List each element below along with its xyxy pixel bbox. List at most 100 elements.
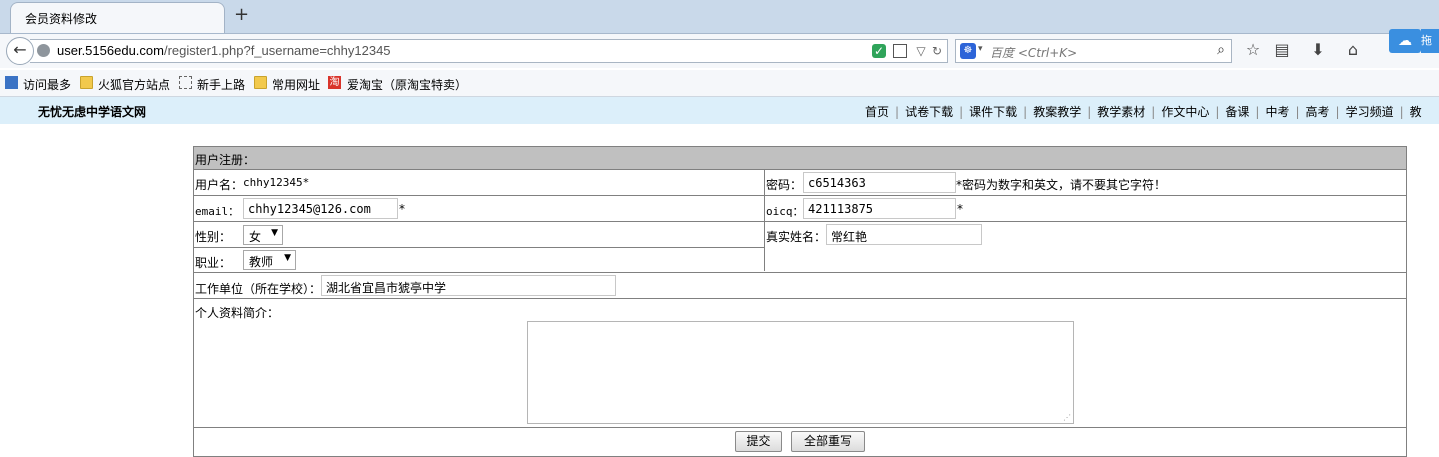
- oicq-field[interactable]: 421113875: [803, 198, 956, 219]
- new-tab-button[interactable]: +: [234, 5, 249, 25]
- reading-list-icon[interactable]: ▤: [1272, 40, 1292, 59]
- back-button[interactable]: ←: [6, 37, 34, 65]
- oicq-required-star: *: [957, 202, 963, 216]
- nav-home[interactable]: 首页: [865, 105, 889, 119]
- browser-tab[interactable]: 会员资料修改: [10, 2, 225, 33]
- nav-prep[interactable]: 备课: [1225, 105, 1249, 119]
- bookmark-common-sites[interactable]: 常用网址: [272, 76, 320, 93]
- url-text[interactable]: user.5156edu.com/register1.php?f_usernam…: [57, 43, 391, 58]
- search-icon[interactable]: ⌕: [1217, 42, 1225, 58]
- taobao-icon: 淘: [328, 76, 341, 89]
- row-workplace: 工作单位（所在学校）： 湖北省宜昌市猇亭中学: [194, 273, 1406, 299]
- row-job: 职业： 教师 ▼: [194, 247, 1406, 273]
- nav-separator: |: [1295, 105, 1300, 119]
- search-bar[interactable]: ☸ ▾ 百度 <Ctrl+K> ⌕: [955, 39, 1232, 63]
- gender-selected: 女: [249, 230, 262, 244]
- back-arrow-icon: ←: [13, 40, 27, 59]
- registration-form: 用户注册： 用户名： chhy12345* 密码： c6514363 *密码为数…: [193, 146, 1407, 457]
- site-nav: 首页 | 试卷下载 | 课件下载 | 教案教学 | 教学素材 | 作文中心 | 备课 | 中考 | 高考 | 学习频…: [865, 103, 1422, 120]
- bookmark-aitaobao[interactable]: 爱淘宝（原淘宝特卖）: [347, 76, 467, 93]
- bookmarks-bar: 访问最多 火狐官方站点 新手上路 常用网址 淘 爱淘宝（原淘宝特卖）: [0, 70, 1439, 97]
- chevron-down-icon: ▼: [284, 253, 291, 263]
- gender-select[interactable]: 女 ▼: [243, 225, 283, 245]
- site-name[interactable]: 无忧无虑中学语文网: [38, 103, 146, 120]
- bio-label: 个人资料简介：: [195, 306, 280, 320]
- dropdown-arrow-icon[interactable]: ▽: [914, 44, 928, 58]
- home-icon[interactable]: ⌂: [1343, 40, 1363, 59]
- nav-materials[interactable]: 教学素材: [1097, 105, 1145, 119]
- bookmark-star-icon[interactable]: ☆: [1243, 40, 1263, 59]
- nav-separator: |: [1215, 105, 1220, 119]
- email-required-star: *: [399, 202, 405, 216]
- baidu-paw-icon[interactable]: ☸: [960, 43, 976, 59]
- cloud-icon[interactable]: ☁: [1389, 29, 1421, 53]
- email-field[interactable]: chhy12345@126.com: [243, 198, 398, 219]
- oicq-label: oicq：: [766, 205, 804, 218]
- username-label: 用户名：: [195, 178, 244, 192]
- nav-separator: |: [1151, 105, 1156, 119]
- download-icon[interactable]: ⬇: [1308, 40, 1328, 59]
- column-divider: [764, 170, 765, 195]
- row-buttons: 提交 全部重写: [194, 428, 1406, 456]
- reset-button[interactable]: 全部重写: [791, 431, 865, 452]
- nav-separator: |: [959, 105, 964, 119]
- row-username-password: 用户名： chhy12345* 密码： c6514363 *密码为数字和英文，请…: [194, 170, 1406, 196]
- search-engine-dropdown-icon[interactable]: ▾: [978, 44, 983, 54]
- password-hint: *密码为数字和英文，请不要其它字符！: [956, 178, 1167, 192]
- row-bio: 个人资料简介： ⋰: [194, 299, 1406, 428]
- nav-separator: |: [1087, 105, 1092, 119]
- realname-label: 真实姓名：: [766, 230, 827, 244]
- empty-cell: [764, 247, 1406, 271]
- nav-separator: |: [895, 105, 900, 119]
- shield-icon[interactable]: ✓: [872, 44, 886, 58]
- gender-label: 性别：: [195, 230, 232, 244]
- url-host: user.5156edu.com: [57, 43, 164, 58]
- folder-icon: [80, 76, 93, 89]
- qr-code-icon[interactable]: [893, 44, 907, 58]
- nav-more[interactable]: 教: [1410, 105, 1422, 119]
- username-value: chhy12345*: [243, 176, 310, 189]
- globe-icon: [37, 44, 50, 57]
- form-header-row: 用户注册：: [194, 147, 1406, 170]
- bookmark-firefox-site[interactable]: 火狐官方站点: [98, 76, 170, 93]
- bookmark-getting-started[interactable]: 新手上路: [197, 76, 245, 93]
- navigation-bar: user.5156edu.com/register1.php?f_usernam…: [0, 34, 1439, 68]
- nav-separator: |: [1335, 105, 1340, 119]
- bookmark-most-visited[interactable]: 访问最多: [23, 76, 71, 93]
- password-field[interactable]: c6514363: [803, 172, 956, 193]
- job-select[interactable]: 教师 ▼: [243, 250, 296, 270]
- reload-icon[interactable]: ↻: [930, 44, 944, 58]
- address-bar[interactable]: user.5156edu.com/register1.php?f_usernam…: [30, 39, 948, 63]
- bio-textarea[interactable]: ⋰: [527, 321, 1074, 424]
- column-divider: [764, 196, 765, 221]
- column-divider: [764, 222, 765, 247]
- nav-lesson-plans[interactable]: 教案教学: [1033, 105, 1081, 119]
- url-path: /register1.php?f_username=chhy12345: [163, 43, 391, 58]
- search-placeholder: 百度 <Ctrl+K>: [990, 46, 1078, 60]
- workplace-label: 工作单位（所在学校）：: [195, 282, 322, 296]
- nav-papers[interactable]: 试卷下载: [905, 105, 953, 119]
- email-label: email：: [195, 205, 240, 218]
- row-gender-realname: 性别： 女 ▼ 真实姓名： 常红艳: [194, 222, 1406, 248]
- workplace-field[interactable]: 湖北省宜昌市猇亭中学: [321, 275, 616, 296]
- cloud-label[interactable]: 拖: [1421, 29, 1439, 53]
- nav-gaokao[interactable]: 高考: [1306, 105, 1330, 119]
- password-label: 密码：: [766, 178, 803, 192]
- chevron-down-icon: ▼: [271, 228, 278, 238]
- site-header: 无忧无虑中学语文网 首页 | 试卷下载 | 课件下载 | 教案教学 | 教学素材 | 作文中心 | 备课…: [0, 97, 1439, 124]
- resize-grip-icon[interactable]: ⋰: [1063, 413, 1071, 422]
- tab-strip: 会员资料修改 +: [0, 0, 1439, 34]
- realname-field[interactable]: 常红艳: [826, 224, 982, 245]
- nav-composition[interactable]: 作文中心: [1161, 105, 1209, 119]
- nav-separator: |: [1255, 105, 1260, 119]
- form-header: 用户注册：: [195, 153, 256, 167]
- nav-learning[interactable]: 学习频道: [1346, 105, 1394, 119]
- most-visited-icon: [5, 76, 18, 89]
- tab-title: 会员资料修改: [25, 12, 98, 26]
- job-label: 职业：: [195, 256, 232, 270]
- nav-zhongkao[interactable]: 中考: [1265, 105, 1289, 119]
- nav-separator: |: [1399, 105, 1404, 119]
- nav-courseware[interactable]: 课件下载: [969, 105, 1017, 119]
- job-selected: 教师: [249, 255, 274, 269]
- submit-button[interactable]: 提交: [735, 431, 782, 452]
